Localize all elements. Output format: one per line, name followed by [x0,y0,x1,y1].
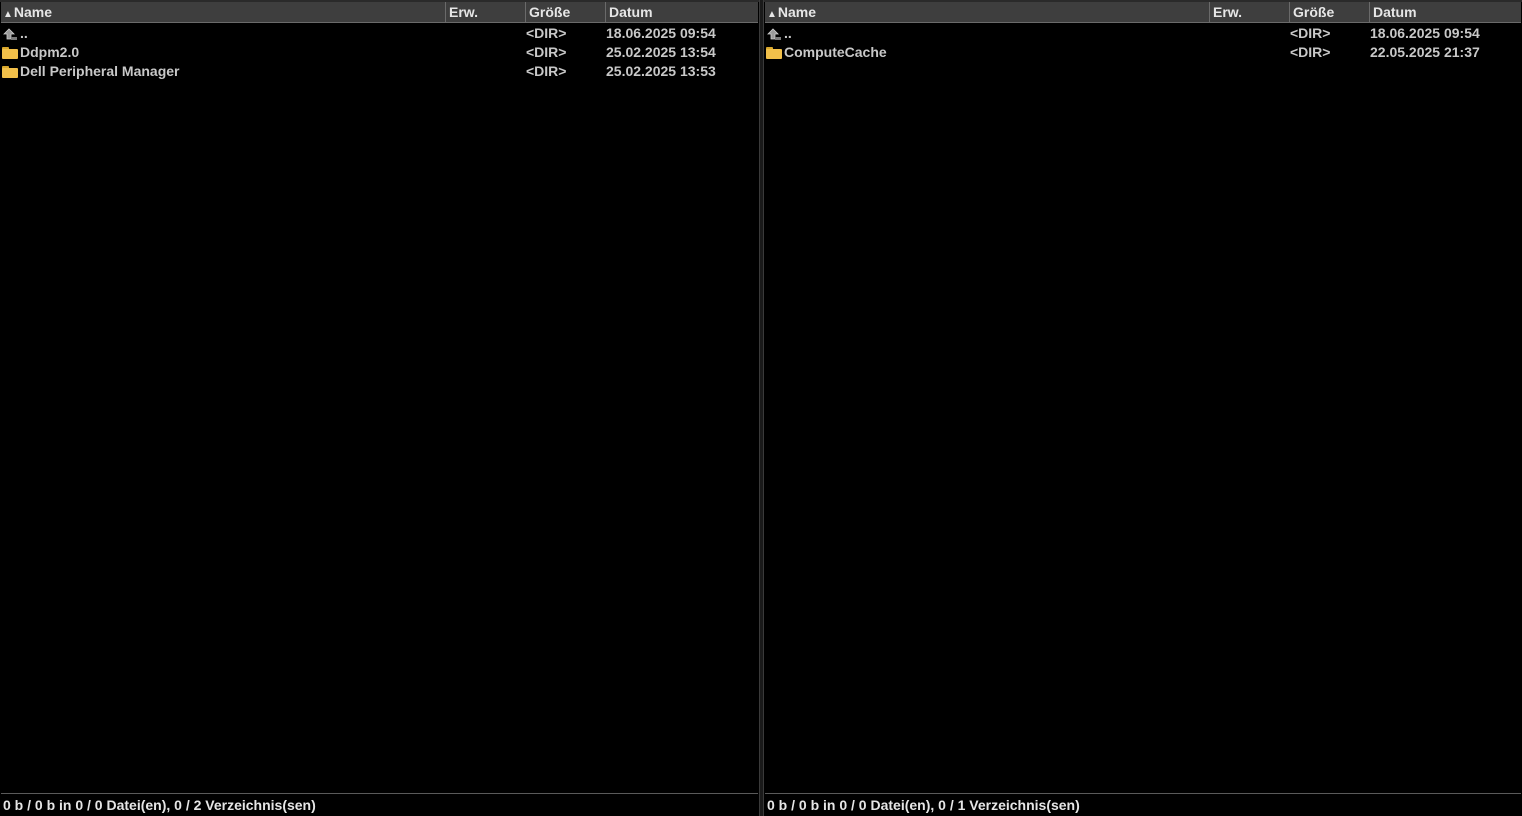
column-header-name[interactable]: ▲Name [765,2,1209,22]
column-header: ▲Name Erw. Größe Datum [765,2,1521,23]
file-row-parent-dir[interactable]: .. <DIR> 18.06.2025 09:54 [765,24,1521,43]
file-name: Dell Peripheral Manager [20,63,180,79]
folder-icon [766,46,782,59]
up-dir-icon [766,27,782,41]
file-date: 22.05.2025 21:37 [1370,44,1480,60]
left-file-panel[interactable]: ▲Name Erw. Größe Datum .. <DIR> 18.06.20… [0,0,760,816]
file-size: <DIR> [526,63,567,79]
column-header-date[interactable]: Datum [605,2,759,22]
column-header-name[interactable]: ▲Name [1,2,445,22]
sort-ascending-icon: ▲ [3,9,13,20]
file-list: .. <DIR> 18.06.2025 09:54 Ddpm2.0 <DIR> … [1,24,758,81]
file-name: Ddpm2.0 [20,44,80,60]
file-date: 25.02.2025 13:54 [606,44,716,60]
folder-icon [2,65,18,78]
file-name: .. [20,25,28,41]
column-header-size[interactable]: Größe [525,2,605,22]
file-row[interactable]: Dell Peripheral Manager <DIR> 25.02.2025… [1,62,758,81]
file-size: <DIR> [1290,44,1331,60]
file-date: 25.02.2025 13:53 [606,63,716,79]
column-header-size[interactable]: Größe [1289,2,1369,22]
column-header-ext[interactable]: Erw. [445,2,525,22]
file-size: <DIR> [526,44,567,60]
file-row-parent-dir[interactable]: .. <DIR> 18.06.2025 09:54 [1,24,758,43]
file-date: 18.06.2025 09:54 [606,25,716,41]
file-row[interactable]: Ddpm2.0 <DIR> 25.02.2025 13:54 [1,43,758,62]
status-bar: 0 b / 0 b in 0 / 0 Datei(en), 0 / 2 Verz… [1,793,758,816]
sort-ascending-icon: ▲ [767,9,777,20]
status-bar: 0 b / 0 b in 0 / 0 Datei(en), 0 / 1 Verz… [765,793,1521,816]
file-size: <DIR> [1290,25,1331,41]
up-dir-icon [2,27,18,41]
folder-icon [2,46,18,59]
file-name: ComputeCache [784,44,887,60]
column-header-ext[interactable]: Erw. [1209,2,1289,22]
file-name: .. [784,25,792,41]
right-file-panel[interactable]: ▲Name Erw. Größe Datum .. <DIR> 18.06.20… [763,0,1522,816]
column-header-date[interactable]: Datum [1369,2,1522,22]
file-list: .. <DIR> 18.06.2025 09:54 ComputeCache <… [765,24,1521,62]
file-manager-window: ▲Name Erw. Größe Datum .. <DIR> 18.06.20… [0,0,1522,816]
column-header: ▲Name Erw. Größe Datum [1,2,758,23]
file-row[interactable]: ComputeCache <DIR> 22.05.2025 21:37 [765,43,1521,62]
file-date: 18.06.2025 09:54 [1370,25,1480,41]
file-size: <DIR> [526,25,567,41]
